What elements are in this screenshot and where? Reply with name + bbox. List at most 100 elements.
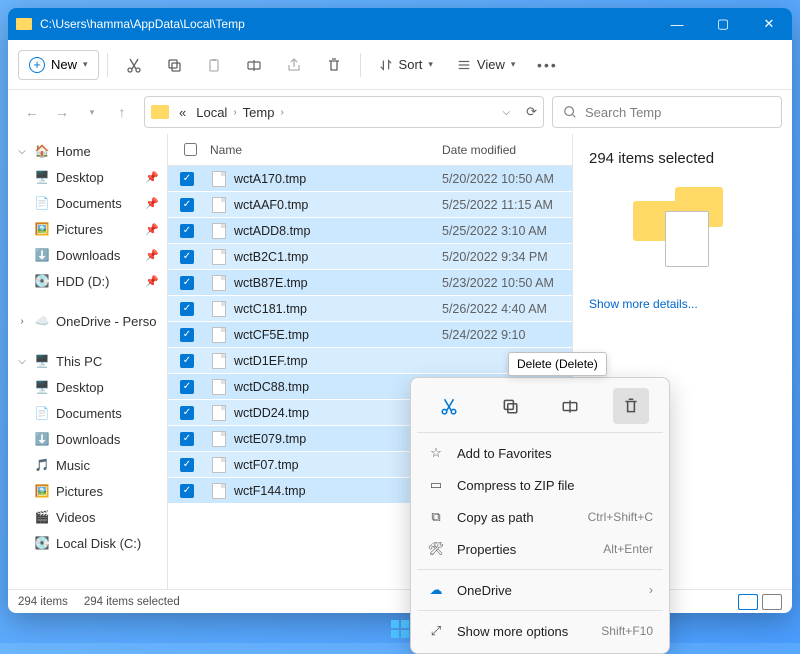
checkbox-icon[interactable]: ✓ bbox=[180, 224, 194, 238]
file-date: 5/24/2022 9:10 bbox=[442, 328, 572, 342]
status-bar: 294 items 294 items selected bbox=[8, 589, 792, 613]
sort-button[interactable]: Sort▾ bbox=[369, 51, 443, 78]
navbar: ← → ▾ ↑ « Local › Temp › ⌵ ⟳ Search Temp bbox=[8, 90, 792, 134]
ctx-copy[interactable] bbox=[492, 388, 528, 424]
file-row[interactable]: ✓wctB2C1.tmp5/20/2022 9:34 PM bbox=[168, 244, 572, 270]
view-button[interactable]: View▾ bbox=[447, 51, 525, 78]
breadcrumb: « Local › Temp › bbox=[175, 103, 284, 122]
chevron-down-icon[interactable]: ⌵ bbox=[503, 107, 511, 118]
window-title: C:\Users\hamma\AppData\Local\Temp bbox=[40, 17, 654, 31]
delete-button[interactable] bbox=[316, 47, 352, 83]
checkbox-icon[interactable]: ✓ bbox=[180, 172, 194, 186]
cut-button[interactable] bbox=[116, 47, 152, 83]
checkbox-icon[interactable]: ✓ bbox=[180, 354, 194, 368]
titlebar: C:\Users\hamma\AppData\Local\Temp — ▢ ✕ bbox=[8, 8, 792, 40]
ctx-copy-path[interactable]: ⧉Copy as pathCtrl+Shift+C bbox=[417, 501, 663, 533]
sidebar-downloads[interactable]: ⬇️Downloads📌 bbox=[8, 242, 167, 268]
file-row[interactable]: ✓wctB87E.tmp5/23/2022 10:50 AM bbox=[168, 270, 572, 296]
checkbox-icon[interactable]: ✓ bbox=[180, 406, 194, 420]
address-bar[interactable]: « Local › Temp › ⌵ ⟳ bbox=[144, 96, 544, 128]
select-all-checkbox[interactable] bbox=[184, 143, 197, 156]
checkbox-icon[interactable]: ✓ bbox=[180, 432, 194, 446]
checkbox-icon[interactable]: ✓ bbox=[180, 276, 194, 290]
checkbox-icon[interactable]: ✓ bbox=[180, 302, 194, 316]
new-button[interactable]: + New ▾ bbox=[18, 50, 99, 80]
sidebar-thispc[interactable]: ⌵🖥️This PC bbox=[8, 348, 167, 374]
crumb-temp[interactable]: Temp bbox=[239, 103, 279, 122]
file-row[interactable]: ✓wctA170.tmp5/20/2022 10:50 AM bbox=[168, 166, 572, 192]
file-row[interactable]: ✓wctC181.tmp5/26/2022 4:40 AM bbox=[168, 296, 572, 322]
sidebar-pc-documents[interactable]: 📄Documents bbox=[8, 400, 167, 426]
path-icon: ⧉ bbox=[427, 509, 445, 525]
maximize-button[interactable]: ▢ bbox=[700, 8, 746, 40]
file-icon bbox=[212, 327, 226, 343]
file-name: wctD1EF.tmp bbox=[234, 354, 442, 368]
sidebar-hdd[interactable]: 💽HDD (D:)📌 bbox=[8, 268, 167, 294]
checkbox-icon[interactable]: ✓ bbox=[180, 250, 194, 264]
checkbox-icon[interactable]: ✓ bbox=[180, 458, 194, 472]
recent-button[interactable]: ▾ bbox=[78, 98, 106, 126]
sidebar-pc-pictures[interactable]: 🖼️Pictures bbox=[8, 478, 167, 504]
refresh-button[interactable]: ⟳ bbox=[526, 104, 537, 120]
ctx-compress-zip[interactable]: ▭Compress to ZIP file bbox=[417, 469, 663, 501]
file-name: wctAAF0.tmp bbox=[234, 198, 442, 212]
file-row[interactable]: ✓wctAAF0.tmp5/25/2022 11:15 AM bbox=[168, 192, 572, 218]
checkbox-icon[interactable]: ✓ bbox=[180, 198, 194, 212]
ctx-cut[interactable] bbox=[431, 388, 467, 424]
file-row[interactable]: ✓ wctCF5E.tmp5/24/2022 9:10 bbox=[168, 322, 572, 348]
file-name: wctCF5E.tmp bbox=[234, 328, 442, 342]
sidebar-home[interactable]: ⌵🏠Home bbox=[8, 138, 167, 164]
sidebar-pc-downloads[interactable]: ⬇️Downloads bbox=[8, 426, 167, 452]
sidebar-pictures[interactable]: 🖼️Pictures📌 bbox=[8, 216, 167, 242]
file-icon bbox=[212, 223, 226, 239]
share-button[interactable] bbox=[276, 47, 312, 83]
cut-icon bbox=[126, 57, 142, 73]
close-button[interactable]: ✕ bbox=[746, 8, 792, 40]
column-headers: Name Date modified bbox=[168, 134, 572, 166]
up-button[interactable]: ↑ bbox=[108, 98, 136, 126]
file-icon bbox=[212, 171, 226, 187]
crumb-local[interactable]: Local bbox=[192, 103, 231, 122]
file-row[interactable]: ✓wctADD8.tmp5/25/2022 3:10 AM bbox=[168, 218, 572, 244]
checkbox-icon[interactable]: ✓ bbox=[180, 328, 194, 342]
more-icon: ⤢ bbox=[427, 623, 445, 639]
rename-button[interactable] bbox=[236, 47, 272, 83]
file-name: wctB87E.tmp bbox=[234, 276, 442, 290]
sidebar-pc-localdisk[interactable]: 💽Local Disk (C:) bbox=[8, 530, 167, 556]
back-button[interactable]: ← bbox=[18, 98, 46, 126]
file-name: wctADD8.tmp bbox=[234, 224, 442, 238]
file-icon bbox=[212, 353, 226, 369]
ctx-show-more[interactable]: ⤢Show more optionsShift+F10 bbox=[417, 615, 663, 647]
ctx-add-favorites[interactable]: ☆Add to Favorites bbox=[417, 437, 663, 469]
ctx-rename[interactable] bbox=[552, 388, 588, 424]
rename-icon bbox=[561, 397, 579, 415]
checkbox-icon[interactable]: ✓ bbox=[180, 380, 194, 394]
sidebar-pc-desktop[interactable]: 🖥️Desktop bbox=[8, 374, 167, 400]
file-date: 5/20/2022 10:50 AM bbox=[442, 172, 572, 186]
more-button[interactable]: ••• bbox=[529, 47, 565, 83]
header-date[interactable]: Date modified bbox=[442, 143, 572, 157]
sidebar-pc-music[interactable]: 🎵Music bbox=[8, 452, 167, 478]
thumbnail-view-toggle[interactable] bbox=[762, 594, 782, 610]
file-date: 5/26/2022 4:40 AM bbox=[442, 302, 572, 316]
ctx-delete[interactable] bbox=[613, 388, 649, 424]
forward-button[interactable]: → bbox=[48, 98, 76, 126]
sidebar-onedrive[interactable]: ›☁️OneDrive - Perso bbox=[8, 308, 167, 334]
search-input[interactable]: Search Temp bbox=[552, 96, 782, 128]
properties-icon: 🛠 bbox=[427, 541, 445, 557]
show-more-details[interactable]: Show more details... bbox=[589, 297, 776, 311]
sidebar-documents[interactable]: 📄Documents📌 bbox=[8, 190, 167, 216]
copy-button[interactable] bbox=[156, 47, 192, 83]
file-name: wctB2C1.tmp bbox=[234, 250, 442, 264]
header-name[interactable]: Name bbox=[204, 143, 442, 157]
ctx-properties[interactable]: 🛠PropertiesAlt+Enter bbox=[417, 533, 663, 565]
ctx-onedrive[interactable]: ☁OneDrive› bbox=[417, 574, 663, 606]
sidebar-desktop[interactable]: 🖥️Desktop📌 bbox=[8, 164, 167, 190]
file-icon bbox=[212, 301, 226, 317]
sidebar-pc-videos[interactable]: 🎬Videos bbox=[8, 504, 167, 530]
paste-button[interactable] bbox=[196, 47, 232, 83]
plus-icon: + bbox=[29, 57, 45, 73]
details-view-toggle[interactable] bbox=[738, 594, 758, 610]
checkbox-icon[interactable]: ✓ bbox=[180, 484, 194, 498]
minimize-button[interactable]: — bbox=[654, 8, 700, 40]
